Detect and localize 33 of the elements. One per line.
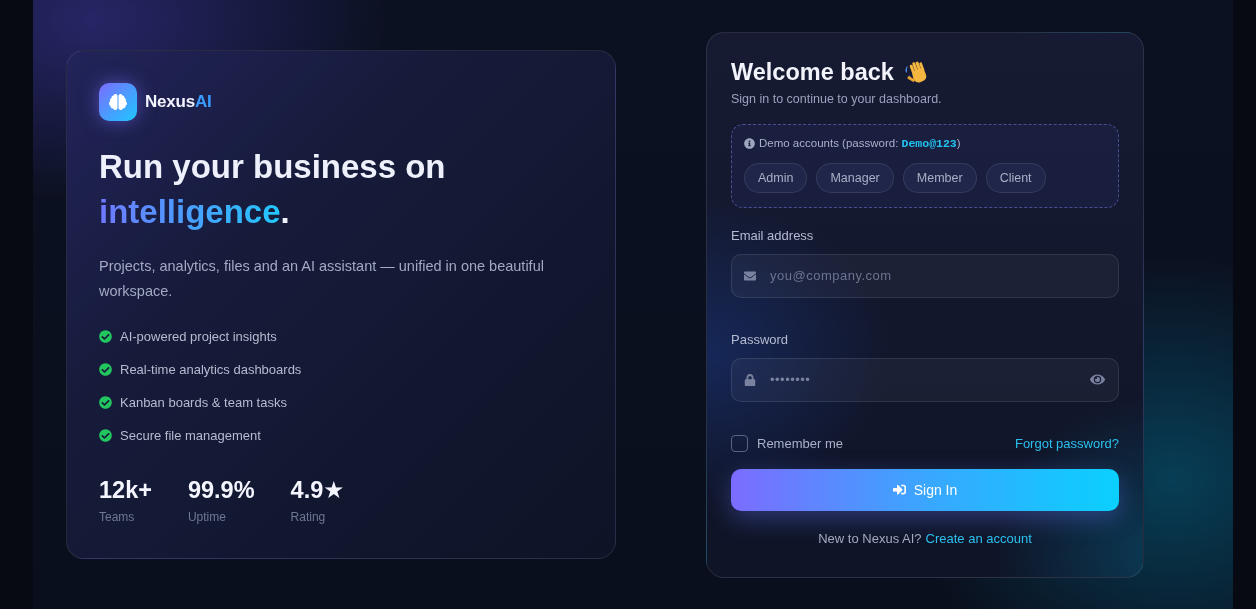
remember-label: Remember me	[757, 435, 843, 451]
stat-label: Teams	[99, 510, 136, 524]
brand-name: NexusAI	[145, 92, 212, 112]
forgot-password-link[interactable]: Forgot password?	[1014, 435, 1119, 451]
signup-prompt: New to Nexus AI?	[818, 530, 922, 546]
demo-account-chip[interactable]: Client	[985, 162, 1046, 193]
stat-value: 99.9%	[187, 477, 255, 503]
password-label: Password	[731, 331, 790, 347]
remember-checkbox[interactable]	[731, 434, 748, 452]
feature-text: Real-time analytics dashboards	[120, 361, 302, 377]
demo-account-chip[interactable]: Member	[902, 162, 977, 193]
sign-in-icon	[892, 483, 906, 496]
eye-icon[interactable]	[1090, 372, 1105, 387]
stat-value: 12k+	[99, 477, 152, 503]
demo-account-chip[interactable]: Manager	[816, 162, 894, 193]
feature-text: Kanban boards & team tasks	[120, 394, 287, 410]
welcome-title: Welcome back	[731, 57, 894, 86]
email-label: Email address	[731, 227, 815, 243]
feature-text: AI-powered project insights	[120, 328, 277, 344]
description: Projects, analytics, files and an AI assistant — unified in one beautiful workspace.	[99, 257, 545, 301]
login-subtitle: Sign in to continue to your dashboard.	[731, 91, 943, 106]
demo-account-chip[interactable]: Admin	[744, 162, 808, 193]
stat-label: Uptime	[187, 510, 227, 524]
info-icon	[744, 137, 755, 149]
headline: Run your business on intelligence.	[99, 147, 447, 232]
lock-icon	[744, 373, 756, 386]
feature-text: Secure file management	[120, 427, 261, 443]
brain-logo-icon	[99, 83, 137, 121]
stat-label: Rating	[290, 510, 327, 524]
envelope-icon	[744, 269, 756, 282]
stat-value: 4.9★	[290, 477, 345, 503]
create-account-link[interactable]: Create an account	[925, 530, 1032, 546]
demo-accounts-note: Demo accounts (password: Demo@123)	[759, 136, 961, 150]
